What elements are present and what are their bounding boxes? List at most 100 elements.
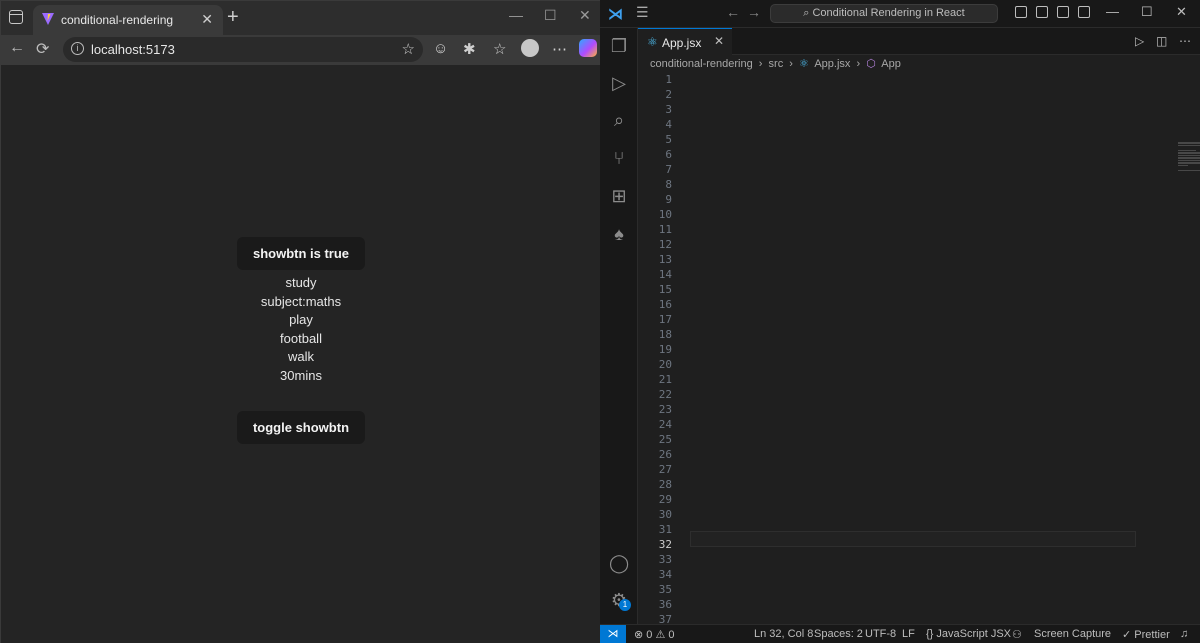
run-icon[interactable]: ▷	[1135, 34, 1144, 48]
problems-status[interactable]: ⊗ 0 ⚠ 0	[634, 628, 674, 641]
browser-window: conditional-rendering ✕ + — ☐ ✕ ← ⟳ i lo…	[0, 0, 601, 643]
breadcrumb-item[interactable]: conditional-rendering	[650, 58, 753, 70]
forward-icon[interactable]: →	[747, 4, 761, 20]
line-number: 8	[665, 178, 672, 191]
breadcrumb-item[interactable]: App	[881, 58, 901, 70]
account-badge: 1	[619, 599, 631, 611]
breadcrumb-separator: ›	[789, 58, 793, 70]
maximize-icon[interactable]: ☐	[544, 7, 557, 24]
avatar[interactable]	[521, 39, 539, 57]
line-number: 17	[658, 313, 672, 326]
favorites-icon[interactable]: ☆	[493, 40, 506, 58]
line-number: 12	[658, 238, 672, 251]
line-number: 21	[658, 373, 672, 386]
code-editor[interactable]: 1 2 3 4 5 6 7 8 9 10 11 12 13 14 15 16 17 18 19 20 21 22 23 24 2…	[638, 72, 1200, 624]
editor-tabs: ⚛ App.jsx ✕ ▷ ◫ ⋯	[638, 28, 1200, 55]
todo-item: football	[280, 330, 322, 346]
vscode-logo-icon: ⋊	[608, 6, 623, 23]
copilot-icon[interactable]: ⚇	[1012, 628, 1022, 641]
line-number: 2	[665, 88, 672, 101]
prettier-status[interactable]: ✓ Prettier	[1122, 628, 1170, 641]
line-number: 4	[665, 118, 672, 131]
line-number: 22	[658, 388, 672, 401]
explorer-icon[interactable]: ❐	[609, 36, 629, 56]
menu-icon[interactable]: ☰	[636, 4, 649, 21]
back-icon[interactable]: ←	[9, 39, 25, 57]
tab-app-jsx[interactable]: ⚛ App.jsx ✕	[638, 28, 732, 55]
mongodb-leaf-icon[interactable]: ♠	[609, 224, 629, 244]
minimize-icon[interactable]: —	[1106, 4, 1119, 19]
browser-tab[interactable]: conditional-rendering ✕	[33, 5, 223, 35]
minimap[interactable]	[1178, 142, 1200, 192]
split-editor-icon[interactable]: ◫	[1156, 34, 1167, 48]
line-ending[interactable]: LF	[902, 628, 915, 640]
line-number: 3	[665, 103, 672, 116]
toggle-secondary-sidebar-icon[interactable]	[1078, 6, 1090, 18]
breadcrumb-item[interactable]: App.jsx	[814, 58, 850, 70]
cursor-position[interactable]: Ln 32, Col 8	[754, 628, 813, 640]
close-icon[interactable]: ✕	[714, 34, 724, 48]
notifications-icon[interactable]: ♫	[1180, 628, 1188, 640]
command-center-label: Conditional Rendering in React	[812, 7, 965, 19]
line-number: 24	[658, 418, 672, 431]
address-bar[interactable]: i localhost:5173 ☆	[63, 37, 423, 62]
todo-item: play	[289, 312, 313, 328]
copilot-icon[interactable]	[579, 39, 597, 57]
line-number: 37	[658, 613, 672, 624]
current-line-highlight	[690, 531, 1136, 547]
line-number: 5	[665, 133, 672, 146]
language-mode[interactable]: {} JavaScript JSX	[926, 628, 1011, 640]
todo-item: 30mins	[280, 367, 322, 383]
line-number: 30	[658, 508, 672, 521]
line-number: 34	[658, 568, 672, 581]
showbtn-button[interactable]: showbtn is true	[236, 237, 366, 270]
toggle-sidebar-icon[interactable]	[1036, 6, 1048, 18]
vscode-titlebar: ⋊ ☰ ← → ⌕ Conditional Rendering in React…	[600, 0, 1200, 28]
line-number: 1	[665, 73, 672, 86]
close-window-icon[interactable]: ✕	[1176, 4, 1187, 20]
close-window-icon[interactable]: ✕	[579, 7, 591, 24]
indentation[interactable]: Spaces: 2	[814, 628, 863, 640]
search-icon[interactable]: ⌕	[609, 110, 629, 130]
url-text[interactable]: localhost:5173	[91, 42, 175, 57]
more-actions-icon[interactable]: ⋯	[1179, 34, 1191, 48]
reload-icon[interactable]: ⟳	[36, 39, 49, 59]
line-number: 35	[658, 583, 672, 596]
breadcrumb-item[interactable]: src	[769, 58, 784, 70]
tab-label: App.jsx	[662, 36, 702, 50]
customize-layout-icon[interactable]	[1015, 6, 1027, 18]
toggle-panel-icon[interactable]	[1057, 6, 1069, 18]
source-control-icon[interactable]: ⑂	[609, 148, 629, 168]
close-tab-icon[interactable]: ✕	[201, 11, 213, 28]
line-number: 10	[658, 208, 672, 221]
star-icon[interactable]: ☆	[402, 40, 415, 58]
window-icon[interactable]	[9, 10, 23, 24]
extensions-icon[interactable]: ⊞	[609, 186, 629, 206]
remote-icon[interactable]: ⋊	[600, 625, 626, 643]
toggle-showbtn-button[interactable]: toggle showbtn	[236, 410, 366, 444]
back-icon[interactable]: ←	[726, 4, 740, 20]
run-debug-icon[interactable]: ▷	[609, 73, 629, 93]
encoding[interactable]: UTF-8	[865, 628, 896, 640]
line-number: 26	[658, 448, 672, 461]
breadcrumb-separator: ›	[856, 58, 861, 70]
profile-emoji-icon[interactable]: ☺	[433, 40, 448, 57]
page-viewport: showbtn is true study subject:maths play…	[1, 65, 601, 643]
line-number: 7	[665, 163, 672, 176]
maximize-icon[interactable]: ☐	[1141, 4, 1153, 20]
line-number: 29	[658, 493, 672, 506]
new-tab-button[interactable]: +	[227, 6, 239, 29]
card: toggle showbtn	[1, 410, 601, 444]
todo-item: study	[285, 275, 317, 290]
line-number: 33	[658, 553, 672, 566]
app-root: showbtn is true study subject:maths play…	[1, 237, 601, 444]
account-icon[interactable]: ◯	[609, 553, 629, 573]
screen-capture[interactable]: Screen Capture	[1034, 628, 1111, 640]
more-icon[interactable]: ⋯	[552, 40, 567, 58]
info-icon[interactable]: i	[71, 42, 84, 55]
minimize-icon[interactable]: —	[509, 7, 523, 23]
command-center[interactable]: ⌕ Conditional Rendering in React	[770, 4, 998, 23]
address-bar-row: ← ⟳ i localhost:5173 ☆ ☺ ✱ ☆ ⋯	[1, 35, 601, 65]
line-number: 13	[658, 253, 672, 266]
extensions-icon[interactable]: ✱	[463, 40, 476, 58]
